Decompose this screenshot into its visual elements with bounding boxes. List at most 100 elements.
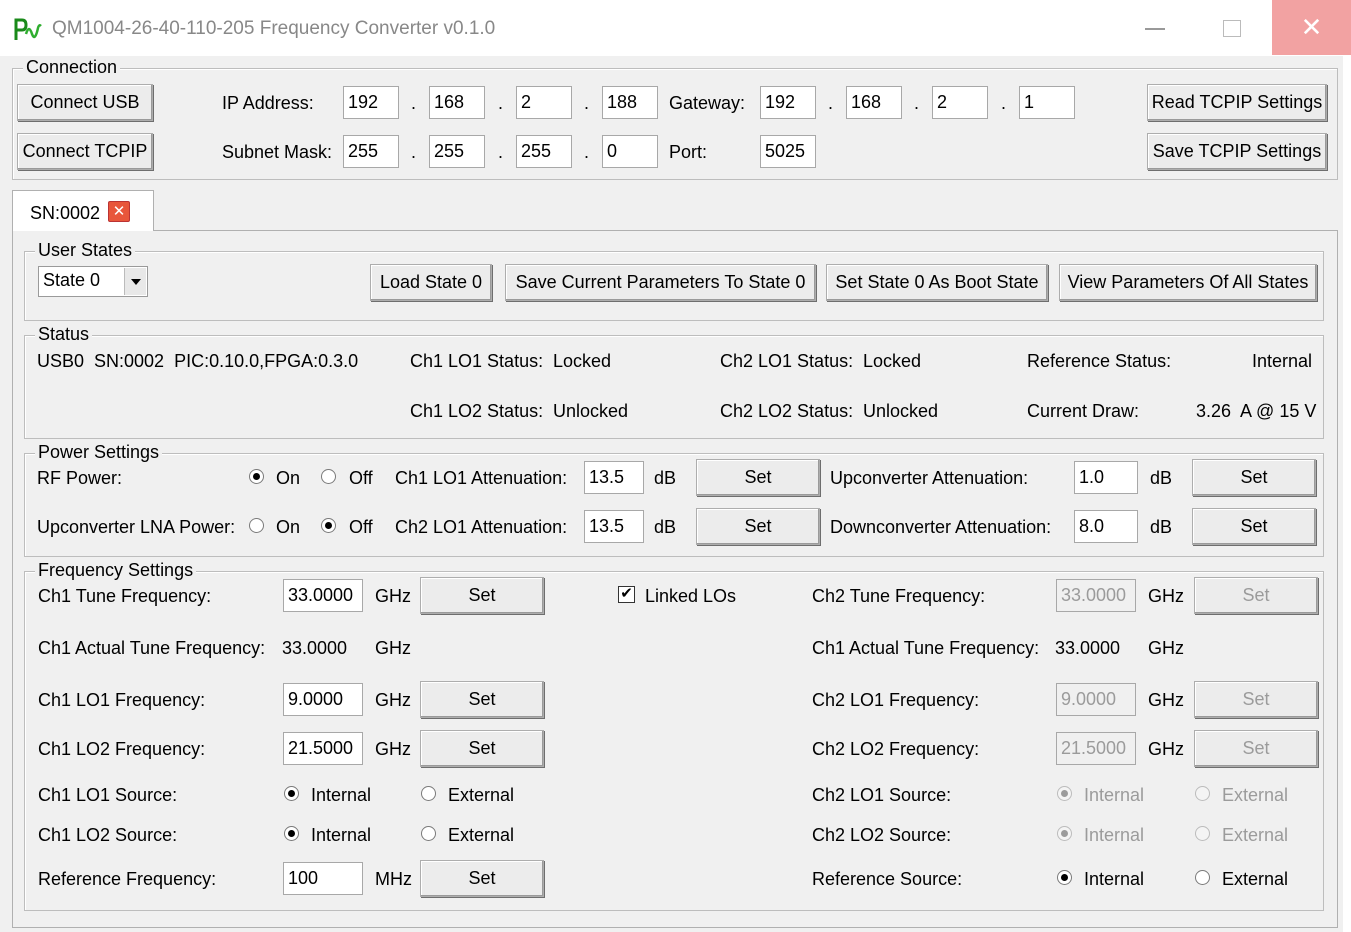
ch2-lo2-frequency-label: Ch2 LO2 Frequency: — [812, 739, 980, 759]
ip-octet-1[interactable] — [343, 86, 399, 119]
ip-octet-3[interactable] — [516, 86, 572, 119]
ch1-lo2-frequency-input[interactable] — [283, 732, 363, 765]
reference-source-internal-radio[interactable] — [1057, 870, 1072, 885]
ch2-lo1-frequency-label: Ch2 LO1 Frequency: — [812, 690, 980, 710]
external-label: External — [1222, 869, 1289, 889]
subnet-octet-3[interactable] — [516, 135, 572, 168]
ch1-lo1-frequency-input[interactable] — [283, 683, 363, 716]
ch2-lo2-source-label: Ch2 LO2 Source: — [812, 825, 952, 845]
ch1-lo1-source-external-radio[interactable] — [421, 786, 436, 801]
tab-device-label: SN:0002 — [30, 203, 101, 223]
tab-close-icon[interactable]: ✕ — [108, 201, 130, 222]
set-boot-state-button[interactable]: Set State 0 As Boot State — [826, 264, 1048, 301]
subnet-dot: . — [411, 142, 417, 162]
db-unit: dB — [654, 468, 677, 488]
maximize-icon[interactable] — [1223, 20, 1241, 37]
ch2-lo1-attenuation-input[interactable] — [584, 510, 644, 543]
gateway-octet-1[interactable] — [760, 86, 816, 119]
ch1-lo1-source-internal-radio[interactable] — [284, 786, 299, 801]
ch1-lo2-frequency-set-button[interactable]: Set — [420, 730, 544, 767]
ch2-lo1-source-label: Ch2 LO1 Source: — [812, 785, 952, 805]
ch1-lo2-source-label: Ch1 LO2 Source: — [38, 825, 178, 845]
internal-label: Internal — [1084, 869, 1145, 889]
read-tcpip-settings-button[interactable]: Read TCPIP Settings — [1147, 84, 1327, 121]
mhz-unit: MHz — [375, 869, 412, 889]
ch1-tune-frequency-input[interactable] — [283, 579, 363, 612]
ip-dot: . — [584, 93, 590, 113]
power-settings-legend: Power Settings — [35, 442, 163, 463]
external-label: External — [1222, 825, 1289, 845]
upconverter-attenuation-set-button[interactable]: Set — [1192, 459, 1316, 496]
gateway-octet-3[interactable] — [932, 86, 988, 119]
ghz-unit: GHz — [1148, 586, 1184, 606]
save-tcpip-settings-button[interactable]: Save TCPIP Settings — [1147, 133, 1327, 170]
ch2-actual-tune-frequency-label: Ch1 Actual Tune Frequency: — [812, 638, 1040, 658]
ch2-lo2-source-internal-radio — [1057, 826, 1072, 841]
port-input[interactable] — [760, 135, 816, 168]
subnet-octet-2[interactable] — [429, 135, 485, 168]
downconverter-attenuation-input[interactable] — [1074, 510, 1138, 543]
state-select[interactable]: State 0 — [38, 266, 148, 297]
downconverter-attenuation-set-button[interactable]: Set — [1192, 508, 1316, 545]
gateway-octet-2[interactable] — [846, 86, 902, 119]
ch1-lo1-attenuation-set-button[interactable]: Set — [696, 459, 820, 496]
ch2-lo1-frequency-set-button: Set — [1194, 681, 1318, 718]
lna-power-on-radio[interactable] — [249, 518, 264, 533]
ch1-tune-frequency-set-button[interactable]: Set — [420, 577, 544, 614]
ch1-lo1-source-label: Ch1 LO1 Source: — [38, 785, 178, 805]
port-label: Port: — [669, 142, 708, 162]
reference-frequency-set-button[interactable]: Set — [420, 860, 544, 897]
reference-source-external-radio[interactable] — [1195, 870, 1210, 885]
ch1-lo1-attenuation-input[interactable] — [584, 461, 644, 494]
ip-octet-4[interactable] — [602, 86, 658, 119]
ch2-lo1-source-internal-radio — [1057, 786, 1072, 801]
connect-usb-button[interactable]: Connect USB — [17, 84, 153, 121]
reference-frequency-input[interactable] — [283, 862, 363, 895]
ghz-unit: GHz — [375, 690, 411, 710]
rf-power-off-radio[interactable] — [321, 469, 336, 484]
upconverter-attenuation-label: Upconverter Attenuation: — [830, 468, 1029, 488]
ch1-lo1-attenuation-label: Ch1 LO1 Attenuation: — [395, 468, 568, 488]
chevron-down-icon[interactable] — [124, 268, 146, 295]
state-select-value: State 0 — [43, 270, 101, 290]
lna-power-off-radio[interactable] — [321, 518, 336, 533]
app-icon — [14, 18, 42, 40]
load-state-button[interactable]: Load State 0 — [370, 264, 492, 301]
gateway-octet-4[interactable] — [1019, 86, 1075, 119]
rf-power-on-radio[interactable] — [249, 469, 264, 484]
status-legend: Status — [35, 324, 93, 345]
ghz-unit: GHz — [375, 739, 411, 759]
ghz-unit: GHz — [375, 638, 411, 658]
ch2-lo1-attenuation-set-button[interactable]: Set — [696, 508, 820, 545]
ch1-lo1-status-value: Locked — [553, 351, 612, 371]
connect-tcpip-button[interactable]: Connect TCPIP — [17, 133, 153, 170]
ch1-lo1-frequency-set-button[interactable]: Set — [420, 681, 544, 718]
subnet-octet-4[interactable] — [602, 135, 658, 168]
rf-power-off-label: Off — [349, 468, 373, 488]
reference-status-value: Internal — [1252, 351, 1313, 371]
ch1-lo1-status-label: Ch1 LO1 Status: — [410, 351, 544, 371]
ch2-tune-frequency-label: Ch2 Tune Frequency: — [812, 586, 986, 606]
internal-label: Internal — [311, 825, 372, 845]
ch2-lo1-attenuation-label: Ch2 LO1 Attenuation: — [395, 517, 568, 537]
reference-frequency-label: Reference Frequency: — [38, 869, 217, 889]
ch1-lo2-status-label: Ch1 LO2 Status: — [410, 401, 544, 421]
ch2-lo2-status-value: Unlocked — [863, 401, 939, 421]
downconverter-attenuation-label: Downconverter Attenuation: — [830, 517, 1052, 537]
current-draw-label: Current Draw: — [1027, 401, 1140, 421]
upconverter-attenuation-input[interactable] — [1074, 461, 1138, 494]
external-label: External — [1222, 785, 1289, 805]
linked-los-checkbox[interactable]: ✔ — [618, 586, 635, 603]
view-all-states-button[interactable]: View Parameters Of All States — [1059, 264, 1317, 301]
gateway-dot: . — [1001, 93, 1007, 113]
save-state-button[interactable]: Save Current Parameters To State 0 — [505, 264, 816, 301]
close-icon[interactable]: ✕ — [1272, 0, 1351, 55]
subnet-octet-1[interactable] — [343, 135, 399, 168]
ghz-unit: GHz — [1148, 638, 1184, 658]
minimize-icon[interactable] — [1145, 28, 1165, 30]
ghz-unit: GHz — [375, 586, 411, 606]
ch1-lo2-source-external-radio[interactable] — [421, 826, 436, 841]
ch1-lo2-source-internal-radio[interactable] — [284, 826, 299, 841]
ip-octet-2[interactable] — [429, 86, 485, 119]
ghz-unit: GHz — [1148, 739, 1184, 759]
